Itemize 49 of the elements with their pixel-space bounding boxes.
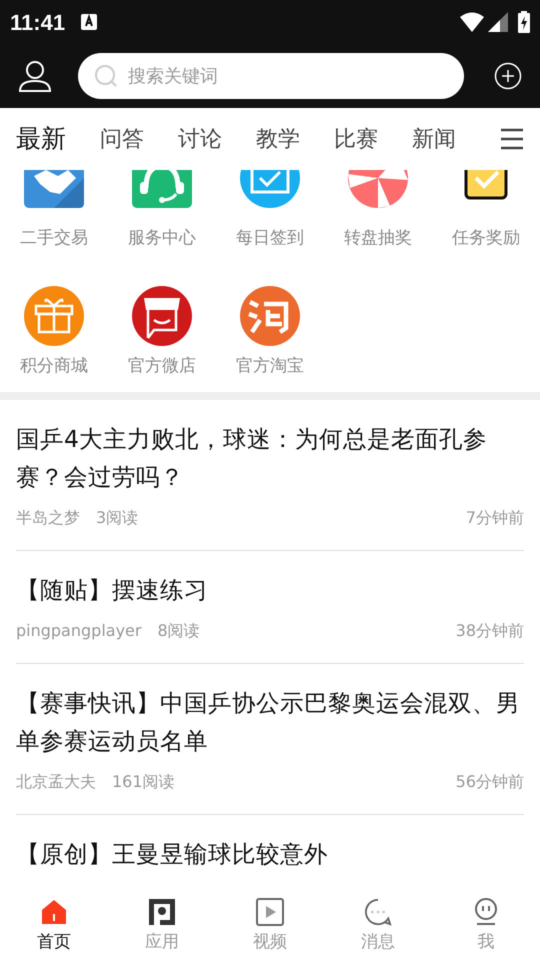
article-author: 北京孟大夫	[16, 771, 96, 793]
add-icon[interactable]	[494, 62, 522, 90]
nav-tab[interactable]: 视频	[216, 882, 324, 960]
shortcut-label[interactable]: 积分商城	[20, 354, 88, 379]
nav-tab[interactable]: 消息	[324, 882, 432, 960]
post-time: 7分钟前	[466, 507, 524, 529]
chat-bubble-icon	[364, 898, 392, 926]
category-tab[interactable]: 比赛	[334, 122, 378, 156]
home-icon	[40, 898, 68, 926]
article-author: 半岛之梦	[16, 507, 80, 529]
status-time: 11:41	[10, 8, 66, 36]
shortcut-label[interactable]: 二手交易	[20, 226, 88, 252]
play-icon	[256, 898, 284, 926]
nav-tab[interactable]: 首页	[0, 882, 108, 960]
gift-icon[interactable]	[24, 286, 84, 346]
shortcut-label[interactable]: 每日签到	[236, 226, 304, 252]
article-title[interactable]: 国乒4大主力败北，球迷：为何总是老面孔参赛？会过劳吗？	[16, 420, 524, 496]
menu-icon[interactable]	[500, 128, 524, 150]
category-tab[interactable]: 最新	[16, 120, 66, 158]
search-icon	[94, 64, 118, 88]
read-count: 161阅读	[112, 771, 175, 793]
article-title[interactable]: 【随贴】摆速练习	[16, 571, 524, 609]
article-author: pingpangplayer	[16, 620, 142, 642]
taobao-logo-icon[interactable]	[240, 286, 300, 346]
shortcut-label[interactable]: 任务奖励	[452, 226, 520, 252]
face-icon	[474, 898, 498, 926]
category-tab[interactable]: 问答	[100, 122, 144, 156]
shop-awning-icon[interactable]	[132, 286, 192, 346]
wifi-icon	[460, 12, 484, 32]
nav-tab[interactable]: 我	[432, 882, 540, 960]
category-tab[interactable]: 讨论	[178, 122, 222, 156]
shortcut-label[interactable]: 转盘抽奖	[344, 226, 412, 252]
shortcut-label[interactable]: 官方微店	[128, 354, 196, 379]
post-time: 38分钟前	[456, 620, 524, 642]
shortcut-label[interactable]: 服务中心	[128, 226, 196, 252]
category-tab[interactable]: 新闻	[412, 122, 456, 156]
keyboard-icon	[81, 14, 98, 30]
battery-charging-icon	[518, 11, 530, 33]
read-count: 3阅读	[96, 507, 138, 529]
shortcut-label[interactable]: 官方淘宝	[236, 354, 304, 379]
search-field[interactable]: 搜索关键词	[78, 53, 464, 99]
post-time: 56分钟前	[456, 771, 524, 793]
signal-icon	[488, 12, 508, 32]
article-title[interactable]: 【赛事快讯】中国乒协公示巴黎奥运会混双、男单参赛运动员名单	[16, 684, 524, 760]
article-title[interactable]: 【原创】王曼昱输球比较意外	[16, 835, 524, 873]
nav-tab[interactable]: 应用	[108, 882, 216, 960]
category-tab[interactable]: 教学	[256, 122, 300, 156]
read-count: 8阅读	[157, 620, 200, 642]
user-icon[interactable]	[18, 59, 52, 93]
